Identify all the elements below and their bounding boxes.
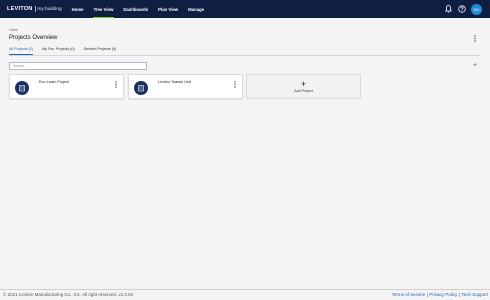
project-more-options-icon[interactable]	[233, 81, 237, 88]
project-logo-icon	[15, 81, 29, 95]
search-input[interactable]	[9, 62, 147, 70]
nav-item-plan-view[interactable]: Plan View	[158, 0, 178, 18]
project-tabs: All Projects (2) My Fav. Projects (0) De…	[9, 46, 125, 55]
user-avatar[interactable]: DU	[471, 3, 482, 15]
privacy-policy-link[interactable]: Privacy Policy	[429, 292, 457, 297]
brand-product: my building	[37, 6, 62, 12]
tabs-divider	[9, 55, 481, 56]
page-more-options-icon[interactable]	[472, 34, 478, 42]
tab-favourite-projects[interactable]: My Fav. Projects (0)	[42, 46, 75, 55]
tab-deleted-projects[interactable]: Deleted Projects (0)	[84, 46, 117, 55]
project-name: Leviton Tsaseri Unit	[158, 80, 192, 84]
footer-separator: |	[458, 292, 460, 297]
help-icon[interactable]	[457, 5, 466, 14]
copyright-text: © 2021 Leviton Manufacturing Co., Inc. A…	[3, 292, 134, 297]
bell-icon[interactable]	[444, 5, 453, 14]
add-project-card[interactable]: + Add Project	[246, 74, 361, 99]
tab-all-projects[interactable]: All Projects (2)	[9, 46, 33, 55]
top-navigation-bar: LEVITON my building Home Tree View Dashb…	[0, 0, 490, 18]
project-card[interactable]: Leviton Tsaseri Unit	[128, 74, 243, 99]
brand-name: LEVITON	[7, 6, 33, 12]
nav-item-home[interactable]: Home	[72, 0, 84, 18]
brand-divider	[34, 6, 36, 12]
plus-icon: +	[300, 78, 307, 89]
top-right-actions: DU	[440, 0, 482, 18]
footer-divider	[0, 289, 490, 290]
terms-of-service-link[interactable]: Terms of Service	[392, 292, 426, 297]
project-name: Eco Learn Project	[39, 80, 70, 84]
tech-support-link[interactable]: Tech Support	[461, 292, 488, 297]
footer-links: Terms of Service | Privacy Policy | Tech…	[392, 292, 488, 297]
add-icon[interactable]: +	[471, 61, 479, 69]
add-project-label: Add Project	[294, 88, 313, 93]
main-nav: Home Tree View Dashboards Plan View Mana…	[72, 0, 215, 18]
nav-item-manage[interactable]: Manage	[188, 0, 204, 18]
breadcrumb[interactable]: Home	[9, 28, 18, 32]
nav-item-dashboards[interactable]: Dashboards	[123, 0, 148, 18]
brand-logo[interactable]: LEVITON my building	[7, 0, 62, 18]
project-more-options-icon[interactable]	[114, 81, 118, 88]
project-logo-icon	[134, 81, 148, 95]
page-title: Projects Overview	[9, 35, 58, 41]
nav-item-tree-view[interactable]: Tree View	[92, 0, 115, 18]
project-card[interactable]: Eco Learn Project	[9, 74, 124, 99]
footer-separator: |	[426, 292, 428, 297]
